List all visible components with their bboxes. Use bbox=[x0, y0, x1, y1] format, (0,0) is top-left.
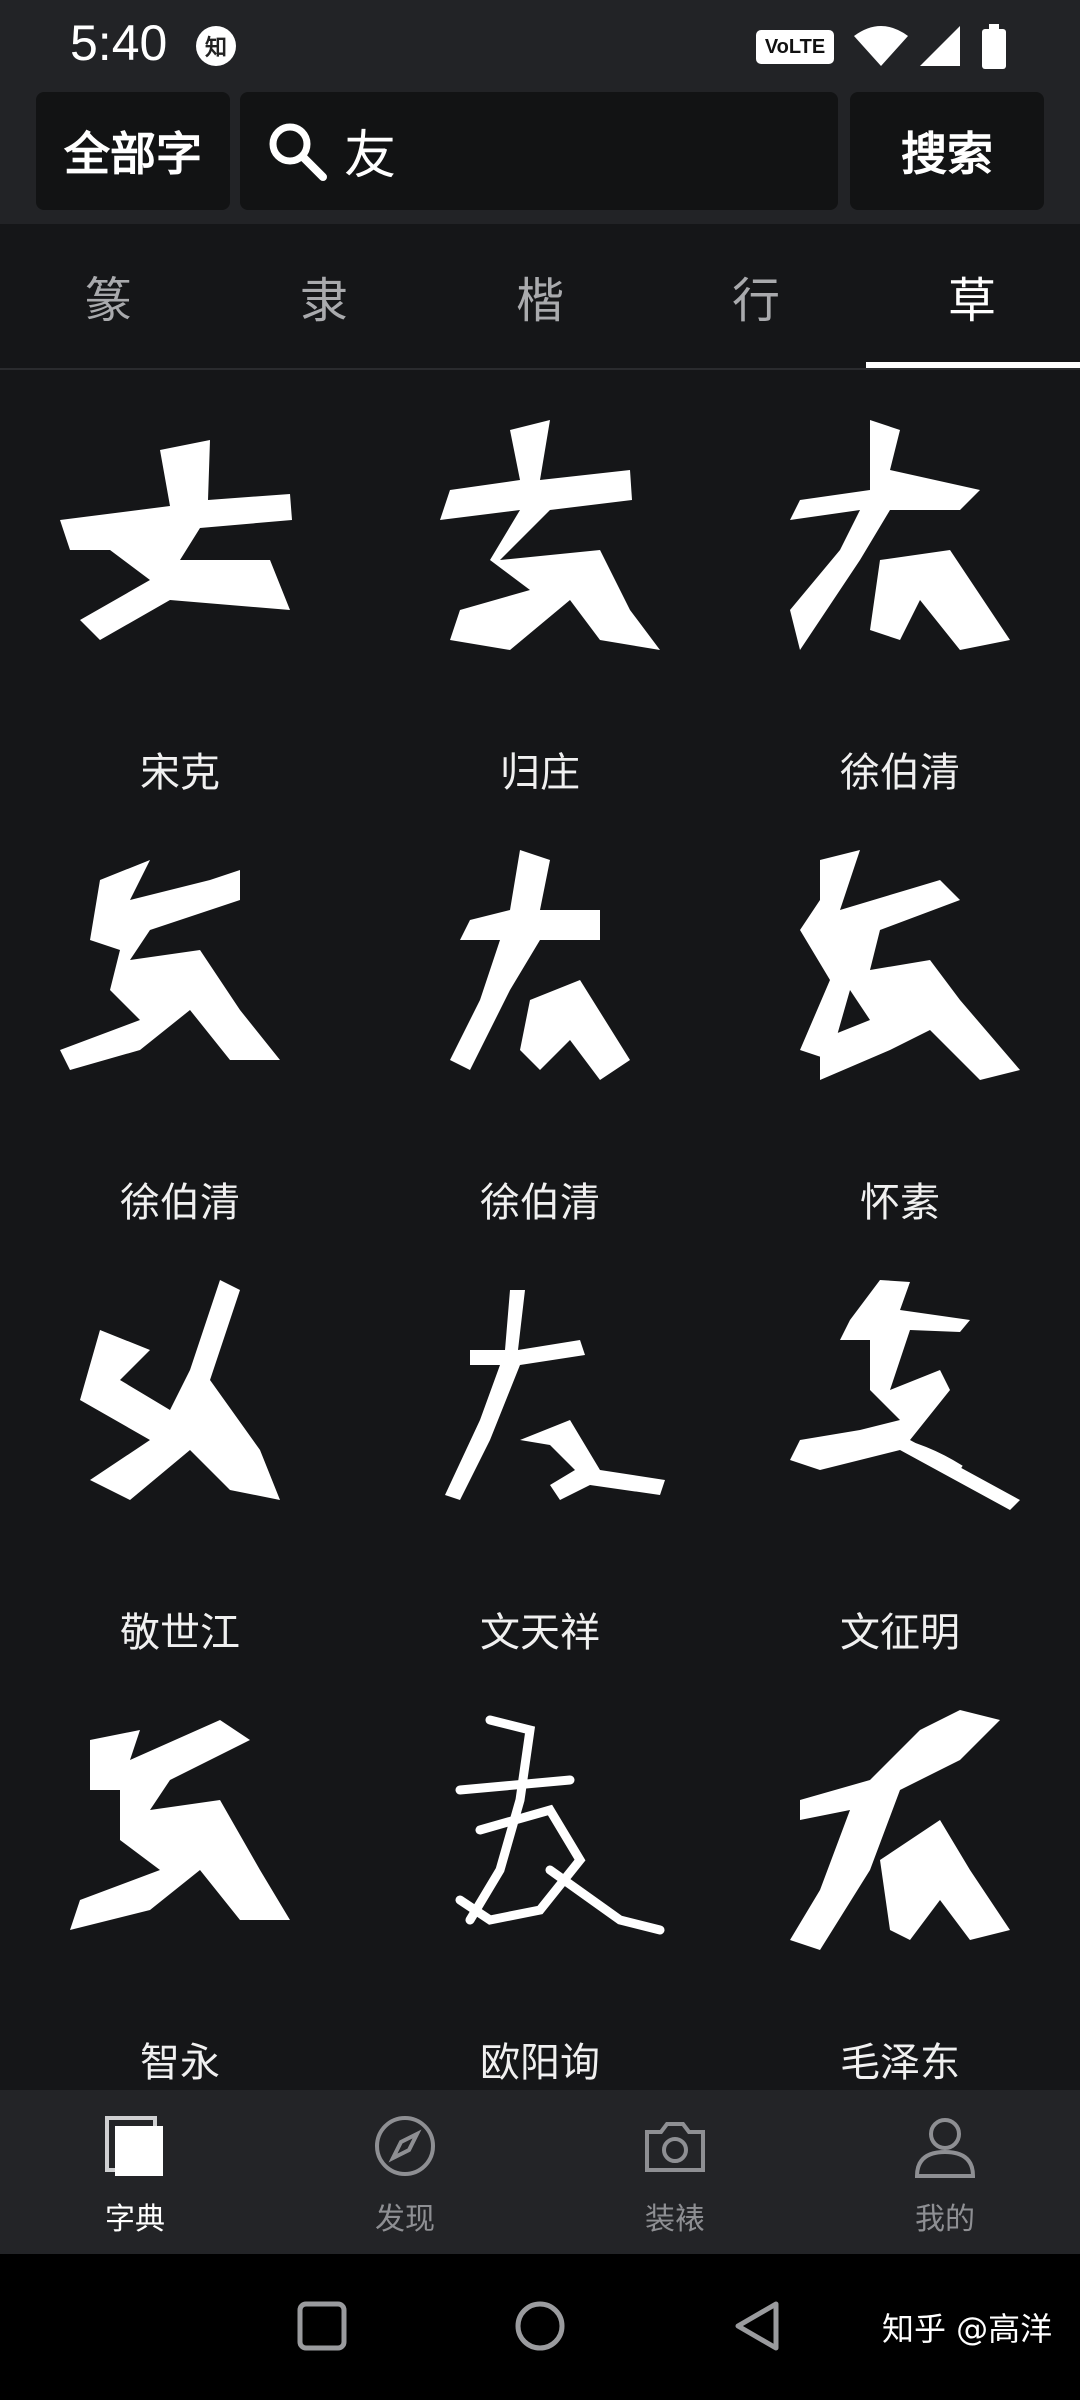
nav-discover[interactable]: 发现 bbox=[270, 2090, 540, 2254]
dictionary-icon bbox=[105, 2116, 163, 2176]
calligrapher-name: 文天祥 bbox=[480, 1610, 600, 1656]
result-card[interactable]: 怀素 bbox=[720, 800, 1080, 1230]
back-icon[interactable] bbox=[728, 2296, 788, 2356]
result-card[interactable]: 徐伯清 bbox=[360, 800, 720, 1230]
nav-label: 发现 bbox=[375, 2202, 435, 2237]
calligrapher-name: 宋克 bbox=[140, 750, 220, 796]
calligraphy-glyph-image bbox=[760, 1700, 1040, 1960]
search-icon bbox=[269, 123, 327, 181]
result-card[interactable]: 归庄 bbox=[360, 370, 720, 800]
calligrapher-name: 毛泽东 bbox=[840, 2040, 960, 2086]
battery-icon bbox=[982, 24, 1006, 69]
nav-dictionary[interactable]: 字典 bbox=[0, 2090, 270, 2254]
tab-cursive[interactable]: 草 bbox=[864, 224, 1080, 368]
status-bar: 5:40 知 VoLTE bbox=[0, 0, 1080, 92]
calligrapher-name: 文征明 bbox=[840, 1610, 960, 1656]
recents-icon[interactable] bbox=[292, 2296, 352, 2356]
tab-seal[interactable]: 篆 bbox=[0, 224, 216, 368]
result-card[interactable]: 智永 bbox=[0, 1660, 360, 2090]
script-style-tabs: 篆 隶 楷 行 草 bbox=[0, 224, 1080, 370]
nav-label: 装裱 bbox=[645, 2202, 705, 2237]
calligraphy-glyph-image bbox=[760, 410, 1040, 670]
calligraphy-results-grid: 宋克 归庄 徐伯清 徐伯清 徐伯清 怀素 敬世江 文天祥 文征明 智永 欧阳询 … bbox=[0, 370, 1080, 2090]
camera-icon bbox=[645, 2122, 705, 2172]
calligrapher-name: 徐伯清 bbox=[840, 750, 960, 796]
tab-regular[interactable]: 楷 bbox=[432, 224, 648, 368]
calligraphy-glyph-image bbox=[40, 1270, 320, 1530]
home-icon[interactable] bbox=[510, 2296, 570, 2356]
calligraphy-glyph-image bbox=[760, 840, 1040, 1100]
calligraphy-glyph-image bbox=[760, 1270, 1040, 1530]
nav-mounting[interactable]: 装裱 bbox=[540, 2090, 810, 2254]
calligraphy-glyph-image bbox=[40, 1700, 320, 1960]
result-card[interactable]: 欧阳询 bbox=[360, 1660, 720, 2090]
result-card[interactable]: 毛泽东 bbox=[720, 1660, 1080, 2090]
calligrapher-name: 怀素 bbox=[860, 1180, 940, 1226]
nav-profile[interactable]: 我的 bbox=[810, 2090, 1080, 2254]
zhihu-notification-icon: 知 bbox=[196, 26, 236, 66]
calligrapher-name: 智永 bbox=[140, 2040, 220, 2086]
calligraphy-glyph-image bbox=[400, 1270, 680, 1530]
result-card[interactable]: 文天祥 bbox=[360, 1230, 720, 1660]
bottom-navigation: 字典 发现 装裱 我的 bbox=[0, 2090, 1080, 2254]
calligrapher-name: 敬世江 bbox=[120, 1610, 240, 1656]
result-card[interactable]: 徐伯清 bbox=[0, 800, 360, 1230]
clock: 5:40 bbox=[70, 15, 168, 71]
scope-all-button[interactable]: 全部字 bbox=[36, 92, 230, 210]
tab-running[interactable]: 行 bbox=[648, 224, 864, 368]
nav-label: 字典 bbox=[105, 2202, 165, 2237]
signal-icon bbox=[920, 26, 960, 66]
calligraphy-glyph-image bbox=[40, 410, 320, 670]
nav-label: 我的 bbox=[915, 2202, 975, 2237]
calligraphy-glyph-image bbox=[40, 840, 320, 1100]
search-button[interactable]: 搜索 bbox=[850, 92, 1044, 210]
calligraphy-glyph-image bbox=[400, 840, 680, 1100]
search-input[interactable] bbox=[344, 112, 814, 188]
tab-clerical[interactable]: 隶 bbox=[216, 224, 432, 368]
active-tab-indicator bbox=[866, 362, 1080, 368]
result-card[interactable]: 徐伯清 bbox=[720, 370, 1080, 800]
calligrapher-name: 欧阳询 bbox=[480, 2040, 600, 2086]
calligrapher-name: 徐伯清 bbox=[480, 1180, 600, 1226]
compass-icon bbox=[375, 2116, 435, 2176]
result-card[interactable]: 宋克 bbox=[0, 370, 360, 800]
calligrapher-name: 归庄 bbox=[500, 750, 580, 796]
calligraphy-glyph-image bbox=[400, 1700, 680, 1960]
result-card[interactable]: 敬世江 bbox=[0, 1230, 360, 1660]
result-card[interactable]: 文征明 bbox=[720, 1230, 1080, 1660]
search-bar: 全部字 搜索 bbox=[0, 92, 1080, 224]
calligrapher-name: 徐伯清 bbox=[120, 1180, 240, 1226]
search-box[interactable] bbox=[240, 92, 838, 210]
calligraphy-glyph-image bbox=[400, 410, 680, 670]
system-navigation-bar: 知乎 @高洋 bbox=[0, 2254, 1080, 2400]
watermark: 知乎 @高洋 bbox=[882, 2310, 1053, 2348]
volte-badge: VoLTE bbox=[756, 30, 834, 64]
user-icon bbox=[914, 2118, 976, 2178]
wifi-icon bbox=[854, 26, 908, 66]
